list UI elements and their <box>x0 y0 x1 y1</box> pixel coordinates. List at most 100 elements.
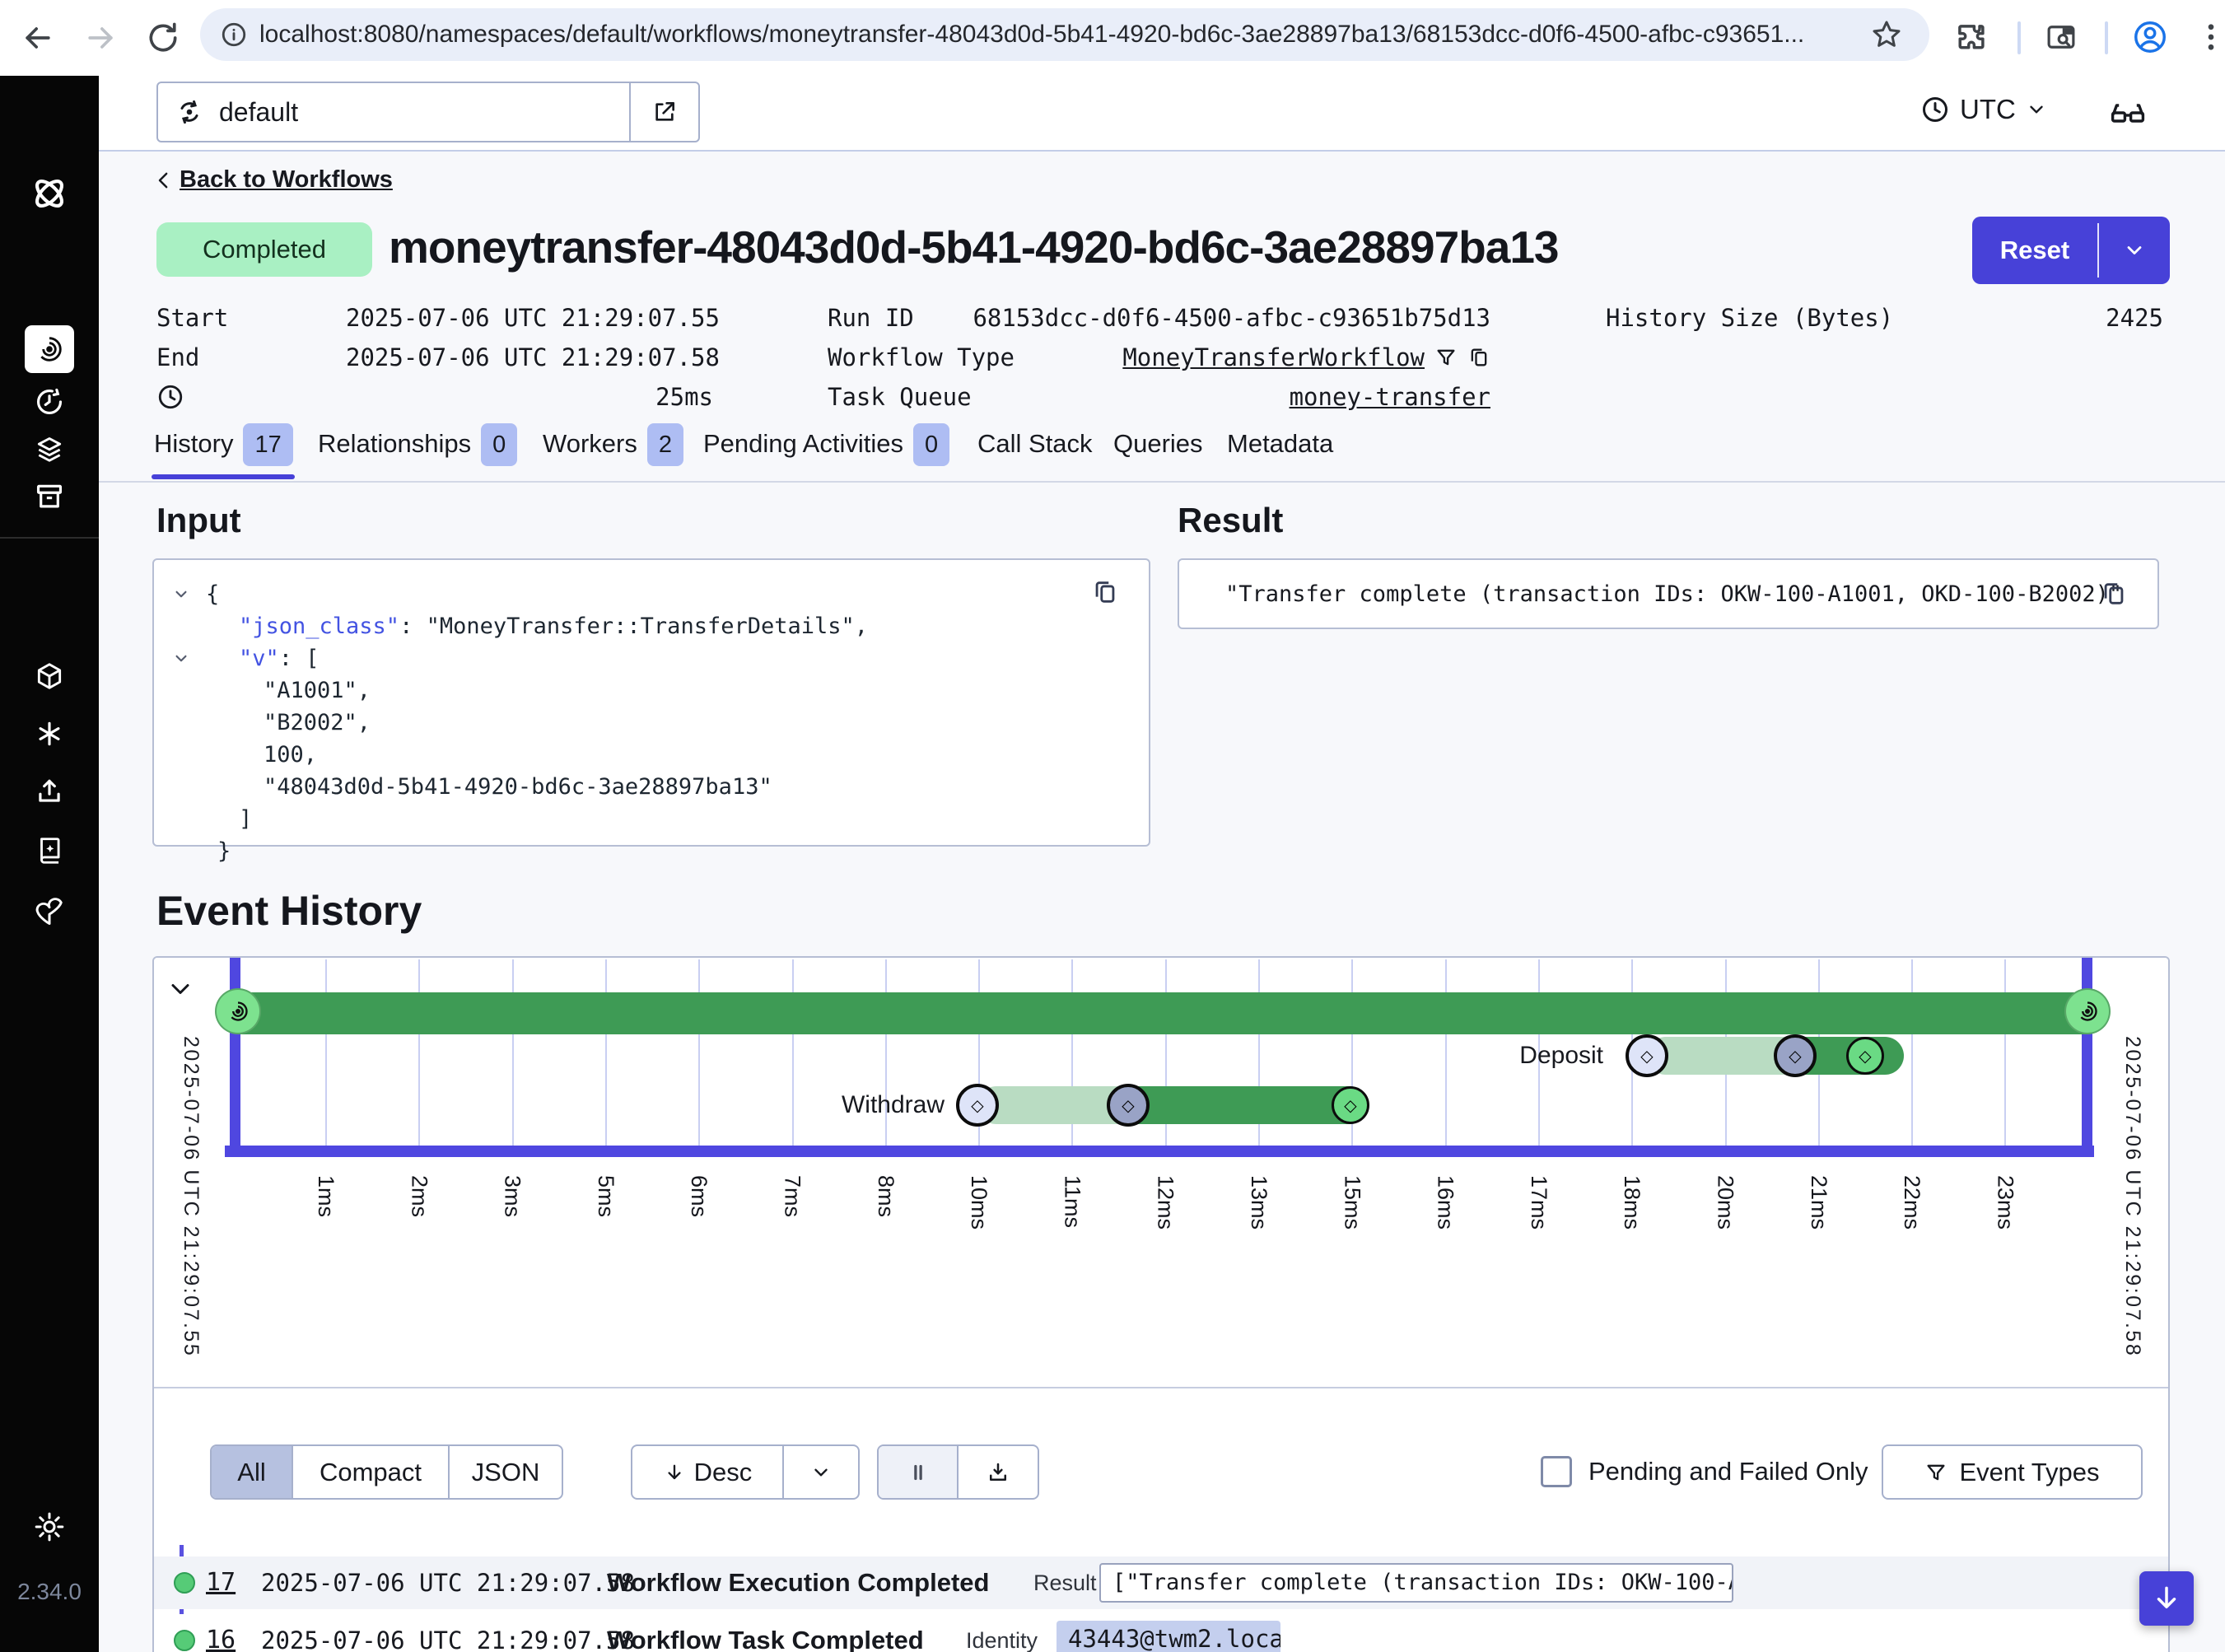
workflows-spiral-icon <box>34 334 65 365</box>
sidebar-item-namespaces-cube-icon[interactable] <box>34 660 65 692</box>
timeline-tick-label: 17ms <box>1526 1175 1551 1230</box>
timeline-tick-label: 22ms <box>1899 1175 1924 1230</box>
timeline-gridline <box>605 959 607 1146</box>
browser-back-icon[interactable] <box>20 20 56 56</box>
download-button[interactable] <box>957 1446 1038 1498</box>
workflow-end-event-icon[interactable] <box>2064 988 2111 1034</box>
temporal-logo-icon[interactable] <box>28 172 71 215</box>
workflow-type-link[interactable]: MoneyTransferWorkflow <box>1122 341 1425 374</box>
timeline-gridline <box>1445 959 1447 1146</box>
withdraw-pending-bar[interactable] <box>977 1086 1128 1124</box>
reset-dropdown-button[interactable] <box>2099 217 2170 284</box>
timeline-tick-label: 23ms <box>1992 1175 2017 1230</box>
namespace-select[interactable]: default <box>156 82 700 142</box>
side-panel-search-icon[interactable] <box>2044 20 2080 56</box>
timeline-tick-label: 15ms <box>1339 1175 1364 1230</box>
back-link-label: Back to Workflows <box>180 166 393 194</box>
browser-forward-icon[interactable] <box>82 20 119 56</box>
task-queue-link[interactable]: money-transfer <box>1290 383 1490 411</box>
filter-funnel-icon <box>1924 1461 1947 1484</box>
reset-button[interactable]: Reset <box>1972 217 2170 284</box>
theme-toggle-sun-icon[interactable] <box>33 1510 66 1543</box>
timeline-tick-label: 10ms <box>966 1175 991 1230</box>
sidebar-item-workflows[interactable] <box>25 325 74 373</box>
tab-metadata[interactable]: Metadata <box>1227 423 1333 464</box>
reset-button-label[interactable]: Reset <box>1972 217 2097 284</box>
timeline-tick-label: 12ms <box>1153 1175 1178 1230</box>
workflow-start-event-icon[interactable] <box>215 988 261 1034</box>
sidebar-item-schedules[interactable] <box>34 386 65 418</box>
pause-button[interactable] <box>879 1446 957 1498</box>
sidebar-item-deployments-layers-icon[interactable] <box>34 434 65 465</box>
result-copy-icon[interactable] <box>2100 580 2128 608</box>
tab-pending-activities[interactable]: Pending Activities0 <box>703 423 949 464</box>
app-topbar: default UTC <box>99 76 2225 152</box>
extensions-icon[interactable] <box>1953 20 1989 56</box>
browser-chrome: localhost:8080/namespaces/default/workfl… <box>0 0 2225 76</box>
withdraw-scheduled-marker[interactable]: ◇ <box>956 1084 999 1127</box>
scroll-to-bottom-button[interactable] <box>2139 1571 2194 1626</box>
sidebar-divider <box>0 537 99 539</box>
address-bar[interactable]: localhost:8080/namespaces/default/workfl… <box>200 8 1929 61</box>
deposit-started-marker[interactable]: ◇ <box>1774 1034 1817 1077</box>
timeline-collapse-chevron-icon[interactable] <box>166 974 195 1004</box>
view-compact-button[interactable]: Compact <box>292 1446 448 1498</box>
back-to-workflows-link[interactable]: Back to Workflows <box>152 166 393 194</box>
json-line: "A1001", <box>154 674 1149 707</box>
pending-failed-checkbox[interactable] <box>1541 1456 1572 1487</box>
json-line: "48043d0d-5b41-4920-bd6c-3ae28897ba13" <box>154 771 1149 803</box>
timeline-tick-label: 13ms <box>1246 1175 1271 1230</box>
withdraw-started-marker[interactable]: ◇ <box>1107 1084 1150 1127</box>
event-id-link[interactable]: 17 <box>206 1556 236 1609</box>
browser-reload-icon[interactable] <box>145 20 181 56</box>
event-row-17[interactable]: 17 2025-07-06 UTC 21:29:07.58 Workflow E… <box>154 1556 2168 1609</box>
workflow-span-bar[interactable] <box>240 992 2087 1034</box>
sort-label: Desc <box>694 1458 753 1487</box>
sidebar-item-archive-icon[interactable] <box>34 481 65 512</box>
tab-call-stack[interactable]: Call Stack <box>977 423 1093 464</box>
site-info-icon[interactable] <box>220 21 248 49</box>
sidebar-item-docs-book-icon[interactable] <box>34 835 65 866</box>
task-queue-cell: money-transfer <box>922 380 1490 413</box>
tab-workers-count: 2 <box>647 423 683 466</box>
sort-dropdown-button[interactable] <box>782 1446 858 1498</box>
timeline-gridline <box>2004 959 2006 1146</box>
tab-pending-activities-count: 0 <box>913 423 949 466</box>
duration-value: 25ms <box>346 380 713 413</box>
sidebar-item-nexus-asterisk-icon[interactable] <box>34 718 65 749</box>
deposit-completed-marker[interactable]: ◇ <box>1846 1037 1884 1075</box>
json-collapse-icon[interactable] <box>170 647 192 669</box>
withdraw-completed-marker[interactable]: ◇ <box>1332 1086 1369 1124</box>
view-json-button[interactable]: JSON <box>448 1446 562 1498</box>
json-line: "B2002", <box>154 707 1149 739</box>
sort-desc-button[interactable]: Desc <box>632 1446 782 1498</box>
namespace-external-link-icon[interactable] <box>629 83 698 141</box>
view-all-button[interactable]: All <box>212 1446 292 1498</box>
deposit-scheduled-marker[interactable]: ◇ <box>1626 1034 1668 1077</box>
tab-history-count: 17 <box>243 423 292 466</box>
filter-funnel-icon[interactable] <box>1434 346 1458 369</box>
timezone-select[interactable]: UTC <box>1920 94 2047 125</box>
json-collapse-icon[interactable] <box>170 583 192 604</box>
copy-icon[interactable] <box>1467 346 1490 369</box>
timeline-tick-label: 8ms <box>873 1175 898 1217</box>
event-id-link[interactable]: 16 <box>206 1614 236 1652</box>
detail-row-duration: 25ms Task Queue money-transfer <box>99 380 2225 413</box>
sidebar-item-import-upload-icon[interactable] <box>34 776 65 807</box>
labs-glasses-icon[interactable] <box>2108 94 2148 133</box>
profile-icon[interactable] <box>2131 18 2167 54</box>
tab-queries[interactable]: Queries <box>1113 423 1203 464</box>
browser-menu-icon[interactable] <box>2194 20 2225 56</box>
input-copy-icon[interactable] <box>1091 578 1119 606</box>
event-types-button[interactable]: Event Types <box>1882 1444 2143 1500</box>
tab-history[interactable]: History17 <box>154 423 293 464</box>
sidebar-item-feedback-heart-icon[interactable] <box>34 895 65 926</box>
deposit-pending-bar[interactable] <box>1647 1037 1795 1075</box>
event-row-16[interactable]: 16 2025-07-06 UTC 21:29:07.58 Workflow T… <box>154 1614 2168 1652</box>
event-status-dot <box>174 1572 195 1594</box>
tab-relationships[interactable]: Relationships0 <box>318 423 517 464</box>
run-id-label: Run ID <box>828 301 914 334</box>
bookmark-star-icon[interactable] <box>1870 18 1903 51</box>
tab-workers[interactable]: Workers2 <box>543 423 683 464</box>
timezone-label: UTC <box>1960 94 2016 125</box>
